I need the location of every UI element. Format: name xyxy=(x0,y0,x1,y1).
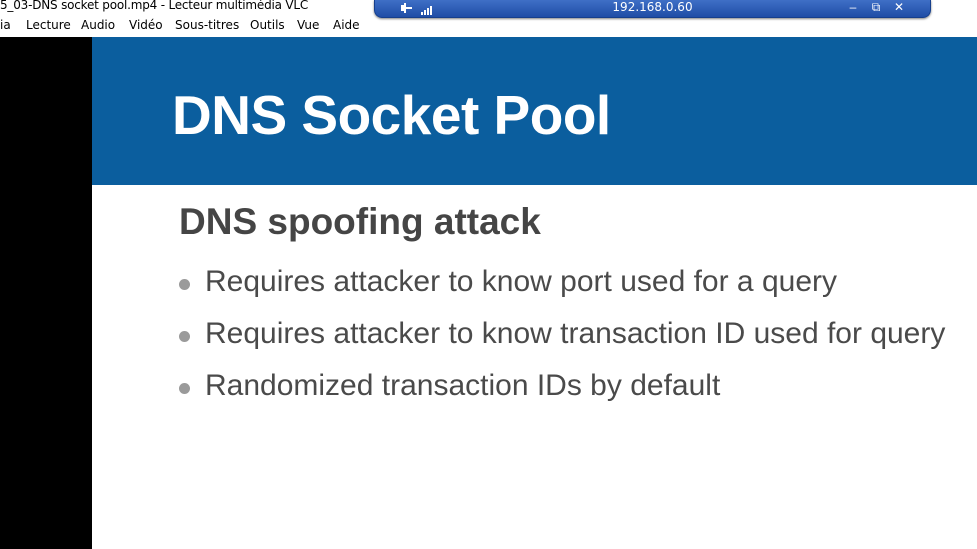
bullet-text: Requires attacker to know port used for … xyxy=(205,265,837,298)
menu-bar: ia Lecture Audio Vidéo Sous-titres Outil… xyxy=(0,15,977,36)
bullet-icon xyxy=(179,383,190,394)
menu-item-subtitles[interactable]: Sous-titres xyxy=(175,18,239,32)
menu-item-video[interactable]: Vidéo xyxy=(129,18,163,32)
close-button[interactable]: ✕ xyxy=(891,0,907,14)
video-area[interactable]: DNS Socket Pool DNS spoofing attack Requ… xyxy=(0,37,977,549)
menu-item-help[interactable]: Aide xyxy=(333,18,360,32)
slide-subtitle: DNS spoofing attack xyxy=(179,201,541,242)
bullet-icon xyxy=(179,331,190,342)
menu-item-audio[interactable]: Audio xyxy=(81,18,115,32)
menu-item-tools[interactable]: Outils xyxy=(250,18,285,32)
menu-item-lecture[interactable]: Lecture xyxy=(26,18,71,32)
restore-button[interactable]: ⧉ xyxy=(868,0,884,14)
window-title: 5_03-DNS socket pool.mp4 - Lecteur multi… xyxy=(0,0,309,12)
menu-item-view[interactable]: Vue xyxy=(297,18,319,32)
menu-item-media[interactable]: ia xyxy=(0,18,11,32)
minimize-button[interactable]: – xyxy=(845,0,861,14)
presentation-slide: DNS Socket Pool DNS spoofing attack Requ… xyxy=(92,37,977,549)
slide-title: DNS Socket Pool xyxy=(172,84,611,146)
slide-header: DNS Socket Pool xyxy=(92,37,977,185)
remote-connection-bar: 192.168.0.60 – ⧉ ✕ xyxy=(374,0,931,18)
bullet-text: Requires attacker to know transaction ID… xyxy=(205,317,946,350)
bullet-icon xyxy=(179,279,190,290)
bullet-text: Randomized transaction IDs by default xyxy=(205,369,721,402)
